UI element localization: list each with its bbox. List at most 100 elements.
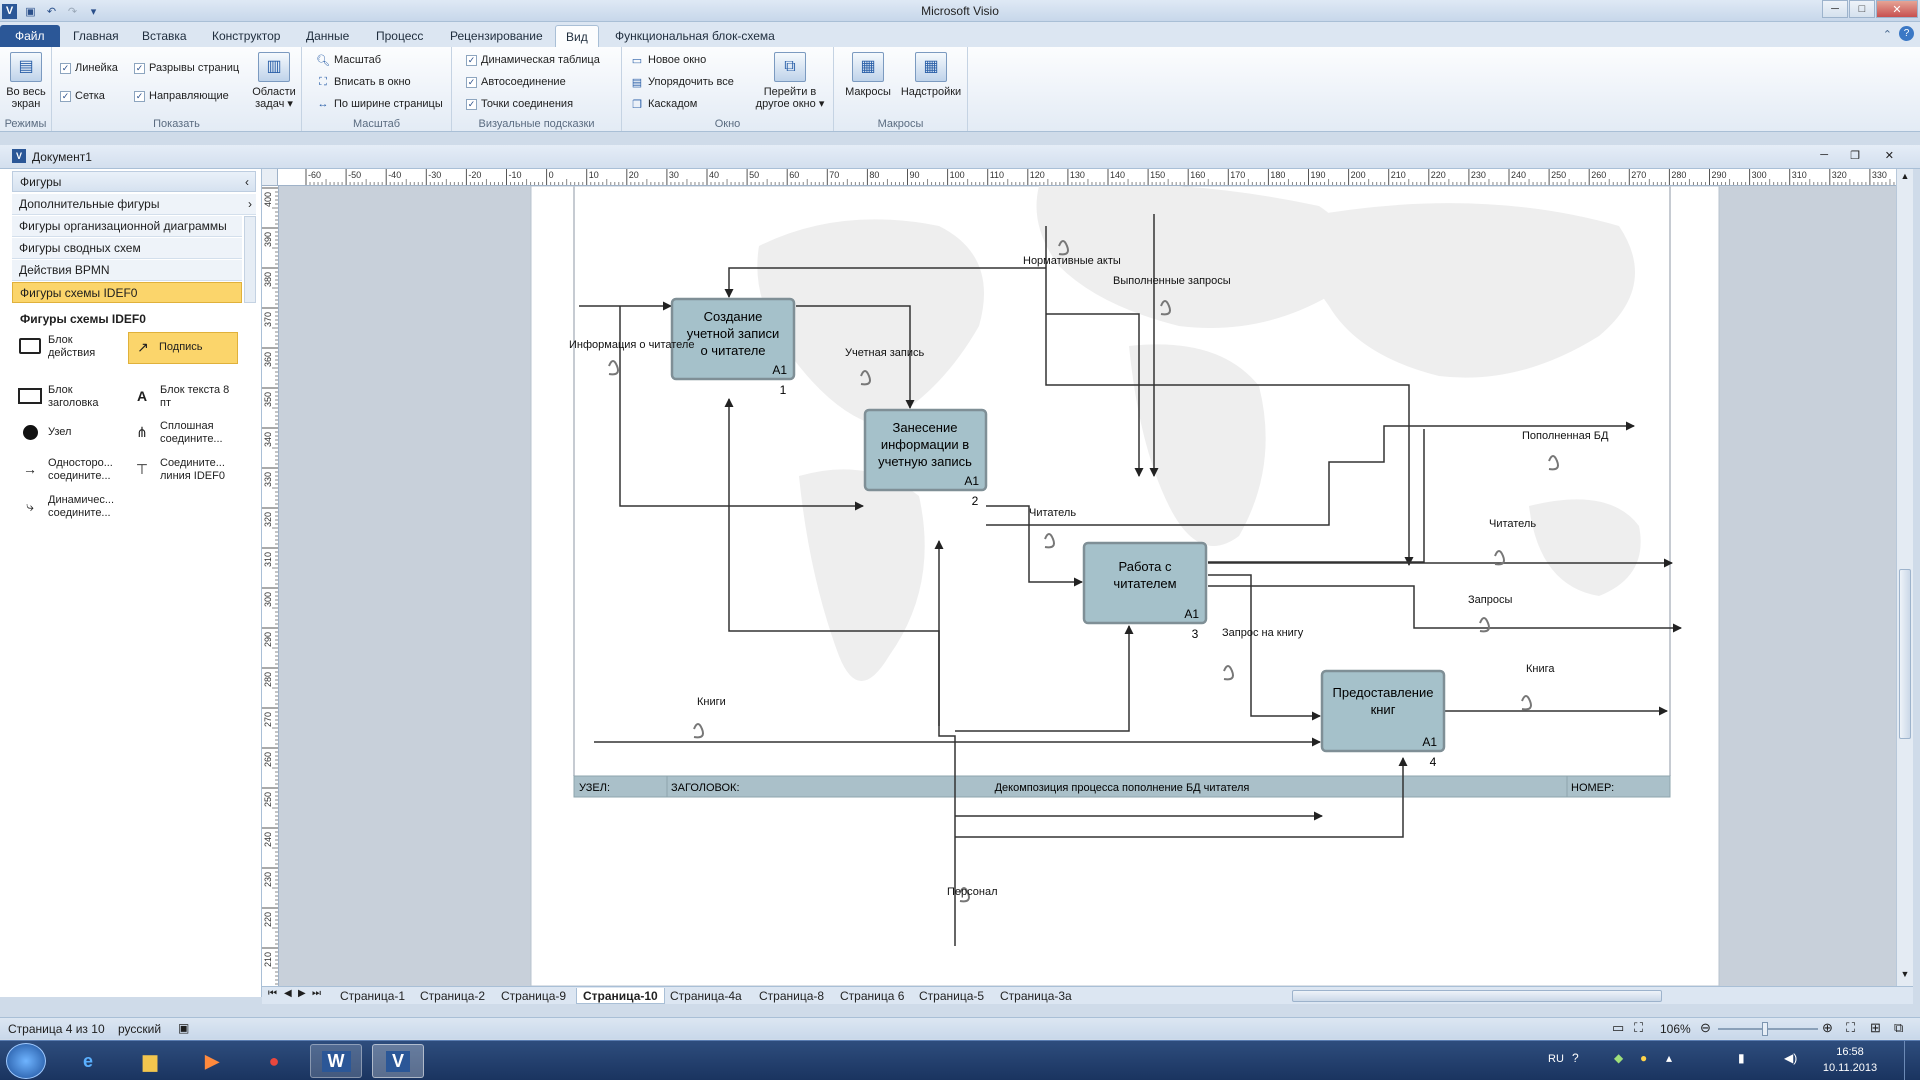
stencil-scrollbar[interactable] xyxy=(244,216,256,303)
vertical-scroll-thumb[interactable] xyxy=(1899,569,1911,739)
horizontal-scroll-thumb[interactable] xyxy=(1292,990,1662,1002)
tab-file[interactable]: Файл xyxy=(0,25,60,47)
shape-text-block[interactable]: A Блок текста 8 пт xyxy=(130,384,230,410)
vertical-scrollbar[interactable]: ▲ ▼ xyxy=(1896,169,1913,986)
next-page-icon[interactable]: ▶ xyxy=(298,988,306,999)
stencil-bpmn[interactable]: Действия BPMN xyxy=(12,260,242,281)
fullscreen-button[interactable]: ▤ Во весь экран xyxy=(2,52,50,110)
switch-window-button[interactable]: ⧉ Перейти в другое окно ▾ xyxy=(750,52,830,110)
doc-minimize-button[interactable]: ─ xyxy=(1820,149,1828,161)
page-width-button[interactable]: ↔ По ширине страницы xyxy=(316,97,443,111)
addins-button[interactable]: ▦ Надстройки xyxy=(898,52,964,98)
page-tab-3a[interactable]: Страница-3а xyxy=(994,988,1078,1004)
tab-home[interactable]: Главная xyxy=(63,25,129,47)
page-tab-4a[interactable]: Страница-4а xyxy=(664,988,748,1004)
zoom-slider-thumb[interactable] xyxy=(1762,1022,1768,1036)
switch-windows-icon[interactable]: ⧉ xyxy=(1894,1020,1903,1036)
stencil-summary[interactable]: Фигуры сводных схем xyxy=(12,238,242,259)
scroll-up-icon[interactable]: ▲ xyxy=(1898,171,1912,183)
tab-data[interactable]: Данные xyxy=(296,25,359,47)
show-desktop-button[interactable] xyxy=(1904,1041,1920,1080)
tray-network-icon[interactable]: ▮ xyxy=(1738,1051,1745,1065)
last-page-icon[interactable]: ⏭ xyxy=(312,988,321,999)
macros-button[interactable]: ▦ Макросы xyxy=(838,52,898,98)
zoom-in-icon[interactable]: ⊕ xyxy=(1822,1020,1833,1036)
more-shapes-item[interactable]: Дополнительные фигуры › xyxy=(12,194,256,215)
doc-restore-button[interactable]: ❐ xyxy=(1850,149,1860,162)
fit-window-button[interactable]: ⛶ Вписать в окно xyxy=(316,75,411,89)
task-panes-button[interactable]: ▥ Области задач ▾ xyxy=(248,52,300,110)
word-taskbar-button[interactable]: W xyxy=(310,1044,362,1078)
doc-close-button[interactable]: ✕ xyxy=(1885,149,1894,162)
tray-app-icon[interactable]: ● xyxy=(1640,1051,1647,1065)
tray-shield-icon[interactable]: ◆ xyxy=(1614,1051,1623,1065)
shape-one-way-connector[interactable]: → Односторо... соедините... xyxy=(18,457,120,483)
help-icon[interactable]: ? xyxy=(1899,26,1914,41)
connection-points-checkbox[interactable]: ✓ Точки соединения xyxy=(466,98,573,110)
status-page[interactable]: Страница 4 из 10 xyxy=(8,1022,105,1036)
macro-record-icon[interactable]: ▣ xyxy=(178,1021,189,1035)
status-language[interactable]: русский xyxy=(118,1022,161,1036)
page-tab-1[interactable]: Страница-1 xyxy=(334,988,411,1004)
scroll-down-icon[interactable]: ▼ xyxy=(1898,969,1912,981)
page-breaks-checkbox[interactable]: ✓ Разрывы страниц xyxy=(134,62,239,74)
maximize-button[interactable]: □ xyxy=(1849,0,1875,18)
shape-solid-connector[interactable]: ⋔ Сплошная соедините... xyxy=(130,420,234,446)
shape-node[interactable]: Узел xyxy=(18,420,71,444)
normal-view-icon[interactable]: ▭ xyxy=(1612,1020,1624,1036)
tab-design[interactable]: Конструктор xyxy=(202,25,290,47)
tray-expand-icon[interactable]: ▴ xyxy=(1666,1051,1672,1065)
page-tab-8[interactable]: Страница-8 xyxy=(753,988,830,1004)
minimize-ribbon-icon[interactable]: ⌃ xyxy=(1883,28,1892,41)
tab-view[interactable]: Вид xyxy=(555,25,599,47)
shapes-panel-header[interactable]: Фигуры ‹ xyxy=(12,171,256,192)
autoconnect-checkbox[interactable]: ✓ Автосоединение xyxy=(466,76,566,88)
grid-checkbox[interactable]: ✓ Сетка xyxy=(60,90,105,102)
zoom-level[interactable]: 106% xyxy=(1660,1022,1691,1036)
tab-review[interactable]: Рецензирование xyxy=(440,25,553,47)
shape-title-block[interactable]: Блок заголовка xyxy=(18,384,104,410)
clock-time[interactable]: 16:58 xyxy=(1820,1046,1880,1058)
collapse-panel-icon[interactable]: ‹ xyxy=(245,172,249,193)
shape-idef0-connector[interactable]: ⊤ Соедините... линия IDEF0 xyxy=(130,457,234,483)
zoom-out-icon[interactable]: ⊖ xyxy=(1700,1020,1711,1036)
visio-taskbar-button[interactable]: V xyxy=(372,1044,424,1078)
guides-checkbox[interactable]: ✓ Направляющие xyxy=(134,90,229,102)
stencil-org-chart[interactable]: Фигуры организационной диаграммы xyxy=(12,216,242,237)
explorer-icon[interactable]: ▆ xyxy=(124,1044,176,1078)
ie-icon[interactable]: e xyxy=(62,1044,114,1078)
page-tab-6[interactable]: Страница 6 xyxy=(834,988,910,1004)
first-page-icon[interactable]: ⏮ xyxy=(268,988,277,999)
tab-process[interactable]: Процесс xyxy=(366,25,433,47)
cascade-button[interactable]: ❐ Каскадом xyxy=(630,97,697,111)
drawing-canvas[interactable]: УЗЕЛ: ЗАГОЛОВОК: Декомпозиция процесса п… xyxy=(279,186,1897,986)
shape-activity-box[interactable]: Блок действия xyxy=(18,334,104,360)
ruler-checkbox[interactable]: ✓ Линейка xyxy=(60,62,118,74)
shape-dynamic-connector[interactable]: ⤷ Динамичес... соедините... xyxy=(18,494,122,520)
dynamic-grid-checkbox[interactable]: ✓ Динамическая таблица xyxy=(466,54,600,66)
start-button[interactable] xyxy=(6,1043,46,1079)
shape-caption[interactable]: ↗ Подпись xyxy=(128,332,238,364)
stencil-idef0[interactable]: Фигуры схемы IDEF0 xyxy=(12,282,242,303)
zoom-slider[interactable] xyxy=(1718,1028,1818,1030)
arrange-all-button[interactable]: ▤ Упорядочить все xyxy=(630,75,734,89)
fit-page-icon[interactable]: ⛶ xyxy=(1846,1020,1855,1036)
page-tab-10[interactable]: Страница-10 xyxy=(576,988,665,1004)
media-player-icon[interactable]: ▶ xyxy=(186,1044,238,1078)
page-tab-5[interactable]: Страница-5 xyxy=(913,988,990,1004)
pan-zoom-icon[interactable]: ⊞ xyxy=(1870,1020,1881,1036)
keyboard-language[interactable]: RU xyxy=(1548,1053,1564,1065)
zoom-button[interactable]: 🔍︎ Масштаб xyxy=(316,53,381,67)
minimize-button[interactable]: ─ xyxy=(1822,0,1848,18)
prev-page-icon[interactable]: ◀ xyxy=(284,988,292,999)
chrome-icon[interactable]: ● xyxy=(248,1044,300,1078)
tray-volume-icon[interactable]: ◀) xyxy=(1784,1051,1797,1065)
page-tab-2[interactable]: Страница-2 xyxy=(414,988,491,1004)
new-window-button[interactable]: ▭ Новое окно xyxy=(630,53,706,67)
close-button[interactable]: ✕ xyxy=(1876,0,1918,18)
tab-insert[interactable]: Вставка xyxy=(132,25,197,47)
page-tab-9[interactable]: Страница-9 xyxy=(495,988,572,1004)
tray-help-icon[interactable]: ? xyxy=(1572,1051,1579,1065)
tab-cross-functional[interactable]: Функциональная блок-схема xyxy=(605,25,785,47)
fullscreen-view-icon[interactable]: ⛶ xyxy=(1634,1020,1643,1036)
